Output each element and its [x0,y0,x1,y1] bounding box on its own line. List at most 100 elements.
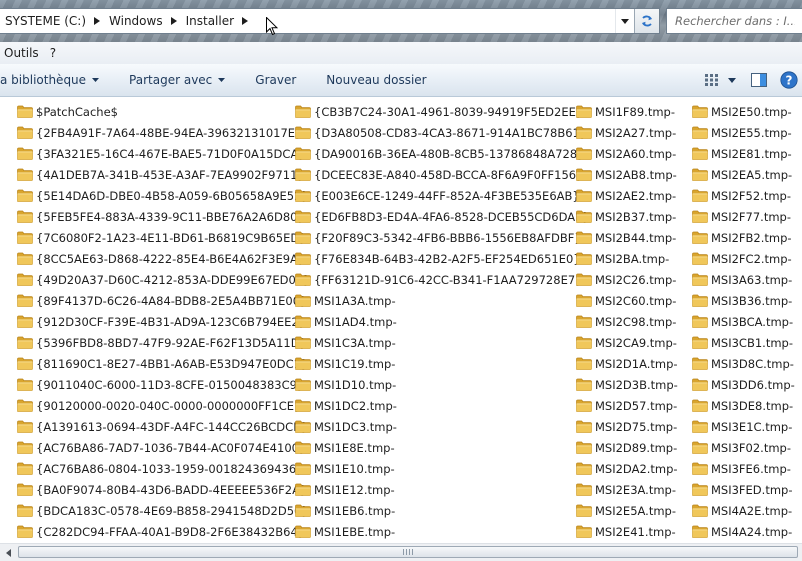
folder-item[interactable]: MSI1DC3.tmp- [295,416,590,437]
folder-item[interactable]: MSI4A24.tmp- [692,521,795,542]
folder-item[interactable]: MSI2E5A.tmp- [576,500,678,521]
refresh-icon[interactable] [634,9,659,33]
folder-item[interactable]: {DA90016B-36EA-480B-8CB5-13786848A728} [295,143,590,164]
folder-item[interactable]: MSI2A60.tmp- [576,143,678,164]
folder-item[interactable]: {49D20A37-D60C-4212-853A-DDE99E67ED02} [17,269,310,290]
folder-item[interactable]: {FF63121D-91C6-42CC-B341-F1AA729728E7} [295,269,590,290]
folder-item[interactable]: MSI2D75.tmp- [576,416,678,437]
view-options-chevron-down-icon[interactable] [722,64,742,96]
folder-item[interactable]: MSI2CA9.tmp- [576,332,678,353]
share-with-button[interactable]: Partager avec [111,64,237,96]
folder-item[interactable]: MSI3FED.tmp- [692,479,795,500]
folder-item[interactable]: MSI1DC2.tmp- [295,395,590,416]
address-empty-area[interactable] [252,9,615,33]
folder-item[interactable]: {F76E834B-64B3-42B2-A2F5-EF254ED651E0} [295,248,590,269]
folder-item[interactable]: MSI1E8E.tmp- [295,437,590,458]
folder-item[interactable]: MSI2D1A.tmp- [576,353,678,374]
folder-item[interactable]: MSI2C26.tmp- [576,269,678,290]
menu-help[interactable]: ? [46,46,63,60]
folder-item[interactable]: MSI4A2E.tmp- [692,500,795,521]
folder-item[interactable]: MSI3F02.tmp- [692,437,795,458]
folder-item[interactable]: {5396FBD8-8BD7-47F9-92AE-F62F13D5A11D} [17,332,310,353]
burn-button[interactable]: Graver [237,64,308,96]
scrollbar-thumb[interactable] [18,546,798,558]
folder-item[interactable]: MSI2E50.tmp- [692,101,795,122]
folder-item[interactable]: MSI1E10.tmp- [295,458,590,479]
search-input[interactable] [675,14,795,28]
folder-item[interactable]: {8CC5AE63-D868-4222-85E4-B6E4A62F3E9A} [17,248,310,269]
scroll-left-arrow-icon[interactable] [2,546,14,559]
preview-pane-icon[interactable] [742,64,776,96]
folder-item[interactable]: {89F4137D-6C26-4A84-BDB8-2E5A4BB71E00} [17,290,310,311]
folder-item[interactable]: {F20F89C3-5342-4FB6-BBB6-1556EB8AFDBF} [295,227,590,248]
search-box[interactable] [666,8,802,34]
folder-item[interactable]: MSI2D89.tmp- [576,437,678,458]
folder-item[interactable]: MSI1E12.tmp- [295,479,590,500]
folder-item[interactable]: {BA0F9074-80B4-43D6-BADD-4EEEEE536F2A} [17,479,310,500]
folder-item[interactable]: {811690C1-8E27-4BB1-A6AB-E53D947E0DC1} [17,353,310,374]
folder-item[interactable]: MSI2D3B.tmp- [576,374,678,395]
folder-item[interactable]: MSI3CB1.tmp- [692,332,795,353]
folder-item[interactable]: MSI3DD6.tmp- [692,374,795,395]
folder-item[interactable]: MSI1C3A.tmp- [295,332,590,353]
folder-item[interactable]: MSI2E55.tmp- [692,122,795,143]
folder-item[interactable]: MSI1F89.tmp- [576,101,678,122]
folder-item[interactable]: MSI1D10.tmp- [295,374,590,395]
folder-item[interactable]: MSI2E41.tmp- [576,521,678,542]
folder-item[interactable]: {AC76BA86-0804-1033-1959-001824369436} [17,458,310,479]
address-bar[interactable]: SYSTEME (C:) Windows Installer [0,8,660,34]
folder-item[interactable]: {C282DC94-FFAA-40A1-B9D8-2F6E38432B64} [17,521,310,542]
folder-item[interactable]: MSI2F77.tmp- [692,206,795,227]
folder-item[interactable]: {7C6080F2-1A23-4E11-BD61-B6819C9B65ED} [17,227,310,248]
folder-item[interactable]: {BDCA183C-0578-4E69-B858-2941548D2D56} [17,500,310,521]
folder-item[interactable]: MSI1EB6.tmp- [295,500,590,521]
folder-item[interactable]: MSI2EA5.tmp- [692,164,795,185]
folder-item[interactable]: {90120000-0020-040C-0000-0000000FF1CE} [17,395,310,416]
breadcrumb-windows[interactable]: Windows [104,9,167,33]
change-view-icon[interactable] [702,64,722,96]
folder-item[interactable]: {3FA321E5-16C4-467E-BAE5-71D0F0A15DCA} [17,143,310,164]
horizontal-scrollbar[interactable] [0,543,802,561]
folder-item[interactable]: {D3A80508-CD83-4CA3-8671-914A1BC78B61} [295,122,590,143]
folder-item[interactable]: MSI3B36.tmp- [692,290,795,311]
folder-item[interactable]: MSI2C60.tmp- [576,290,678,311]
menu-tools[interactable]: Outils [0,46,46,60]
folder-item[interactable]: MSI3A63.tmp- [692,269,795,290]
folder-item[interactable]: MSI2FC2.tmp- [692,248,795,269]
folder-item[interactable]: MSI2F52.tmp- [692,185,795,206]
folder-item[interactable]: MSI2E3A.tmp- [576,479,678,500]
breadcrumb-chevron-icon[interactable] [90,9,104,33]
folder-item[interactable]: $PatchCache$ [17,101,310,122]
folder-item[interactable]: MSI3FE6.tmp- [692,458,795,479]
include-in-library-button[interactable]: a bibliothèque [0,64,111,96]
folder-item[interactable]: {ED6FB8D3-ED4A-4FA6-8528-DCEB55CD6DAE} [295,206,590,227]
folder-item[interactable]: MSI2FB2.tmp- [692,227,795,248]
folder-item[interactable]: MSI2BA.tmp- [576,248,678,269]
breadcrumb-chevron-icon[interactable] [238,9,252,33]
folder-item[interactable]: {AC76BA86-7AD7-1036-7B44-AC0F074E4100} [17,437,310,458]
folder-item[interactable]: {E003E6CE-1249-44FF-852A-4F3BE535E6AB} [295,185,590,206]
folder-item[interactable]: {2FB4A91F-7A64-48BE-94EA-39632131017E} [17,122,310,143]
breadcrumb-drive[interactable]: SYSTEME (C:) [0,9,90,33]
folder-item[interactable]: MSI2E81.tmp- [692,143,795,164]
breadcrumb-installer[interactable]: Installer [181,9,238,33]
folder-item[interactable]: MSI2B44.tmp- [576,227,678,248]
folder-item[interactable]: MSI2AB8.tmp- [576,164,678,185]
folder-item[interactable]: MSI2DA2.tmp- [576,458,678,479]
new-folder-button[interactable]: Nouveau dossier [308,64,438,96]
folder-item[interactable]: MSI3D8C.tmp- [692,353,795,374]
address-history-dropdown-icon[interactable] [615,9,634,33]
folder-item[interactable]: MSI1C19.tmp- [295,353,590,374]
folder-item[interactable]: MSI3DE8.tmp- [692,395,795,416]
folder-item[interactable]: {DCEEC83E-A840-458D-BCCA-8F6A9F0FF156} [295,164,590,185]
breadcrumb-chevron-icon[interactable] [167,9,181,33]
folder-item[interactable]: {5FEB5FE4-883A-4339-9C11-BBE76A2A6D80} [17,206,310,227]
folder-item[interactable]: {4A1DEB7A-341B-453E-A3AF-7EA9902F9711} [17,164,310,185]
folder-item[interactable]: {9011040C-6000-11D3-8CFE-0150048383C9} [17,374,310,395]
folder-item[interactable]: {5E14DA6D-DBE0-4B58-A059-6B05658A9E52} [17,185,310,206]
folder-item[interactable]: MSI2AE2.tmp- [576,185,678,206]
folder-item[interactable]: MSI2B37.tmp- [576,206,678,227]
folder-item[interactable]: {A1391613-0694-43DF-A4FC-144CC26BCDCB} [17,416,310,437]
folder-item[interactable]: {CB3B7C24-30A1-4961-8039-94919F5ED2EE} [295,101,590,122]
folder-item[interactable]: MSI3BCA.tmp- [692,311,795,332]
